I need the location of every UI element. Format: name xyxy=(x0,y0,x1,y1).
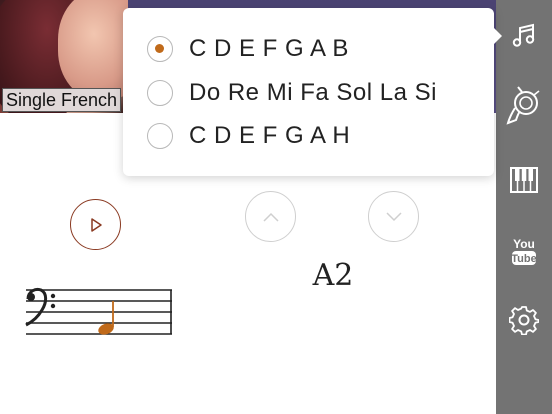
notation-popover: C D E F G A B Do Re Mi Fa Sol La Si C D … xyxy=(123,8,494,176)
play-button[interactable] xyxy=(70,199,121,250)
bass-clef-icon xyxy=(25,287,56,327)
music-note-icon xyxy=(512,23,535,47)
sidebar: You Tube xyxy=(496,0,552,414)
popover-arrow xyxy=(492,26,502,46)
quarter-note xyxy=(98,301,114,335)
music-staff xyxy=(25,287,172,335)
piano-keyboard-icon xyxy=(510,167,538,193)
youtube-icon: You Tube xyxy=(511,237,537,265)
sidebar-item-notation[interactable] xyxy=(496,8,552,64)
play-icon xyxy=(90,217,102,232)
notation-option-letters[interactable]: C D E F G A B xyxy=(147,33,349,65)
chevron-up-icon xyxy=(262,212,279,222)
sidebar-item-settings[interactable] xyxy=(496,292,552,348)
sidebar-item-youtube[interactable]: You Tube xyxy=(496,223,552,279)
french-horn-icon xyxy=(506,86,540,125)
sidebar-item-instrument[interactable] xyxy=(496,78,552,134)
notation-option-label: C D E F G A B xyxy=(189,35,349,62)
radio-button[interactable] xyxy=(147,80,173,106)
notation-option-german[interactable]: C D E F G A H xyxy=(147,120,350,152)
svg-text:You: You xyxy=(513,237,535,251)
gear-icon xyxy=(509,306,539,335)
staff-lines xyxy=(26,289,172,335)
sidebar-item-keyboard[interactable] xyxy=(496,152,552,208)
svg-text:Tube: Tube xyxy=(511,253,536,265)
notation-option-label: Do Re Mi Fa Sol La Si xyxy=(189,79,437,106)
chevron-down-icon xyxy=(385,211,402,221)
video-face-shape xyxy=(58,0,128,100)
note-name: A2 xyxy=(312,258,354,293)
notation-option-solfege[interactable]: Do Re Mi Fa Sol La Si xyxy=(147,77,437,109)
note-up-button[interactable] xyxy=(245,191,296,242)
video-thumbnail[interactable]: Single French xyxy=(0,0,128,113)
radio-button-selected[interactable] xyxy=(147,36,173,62)
notation-option-label: C D E F G A H xyxy=(189,122,351,149)
video-caption: Single French xyxy=(2,88,122,112)
radio-button[interactable] xyxy=(147,123,173,149)
note-down-button[interactable] xyxy=(368,191,419,242)
